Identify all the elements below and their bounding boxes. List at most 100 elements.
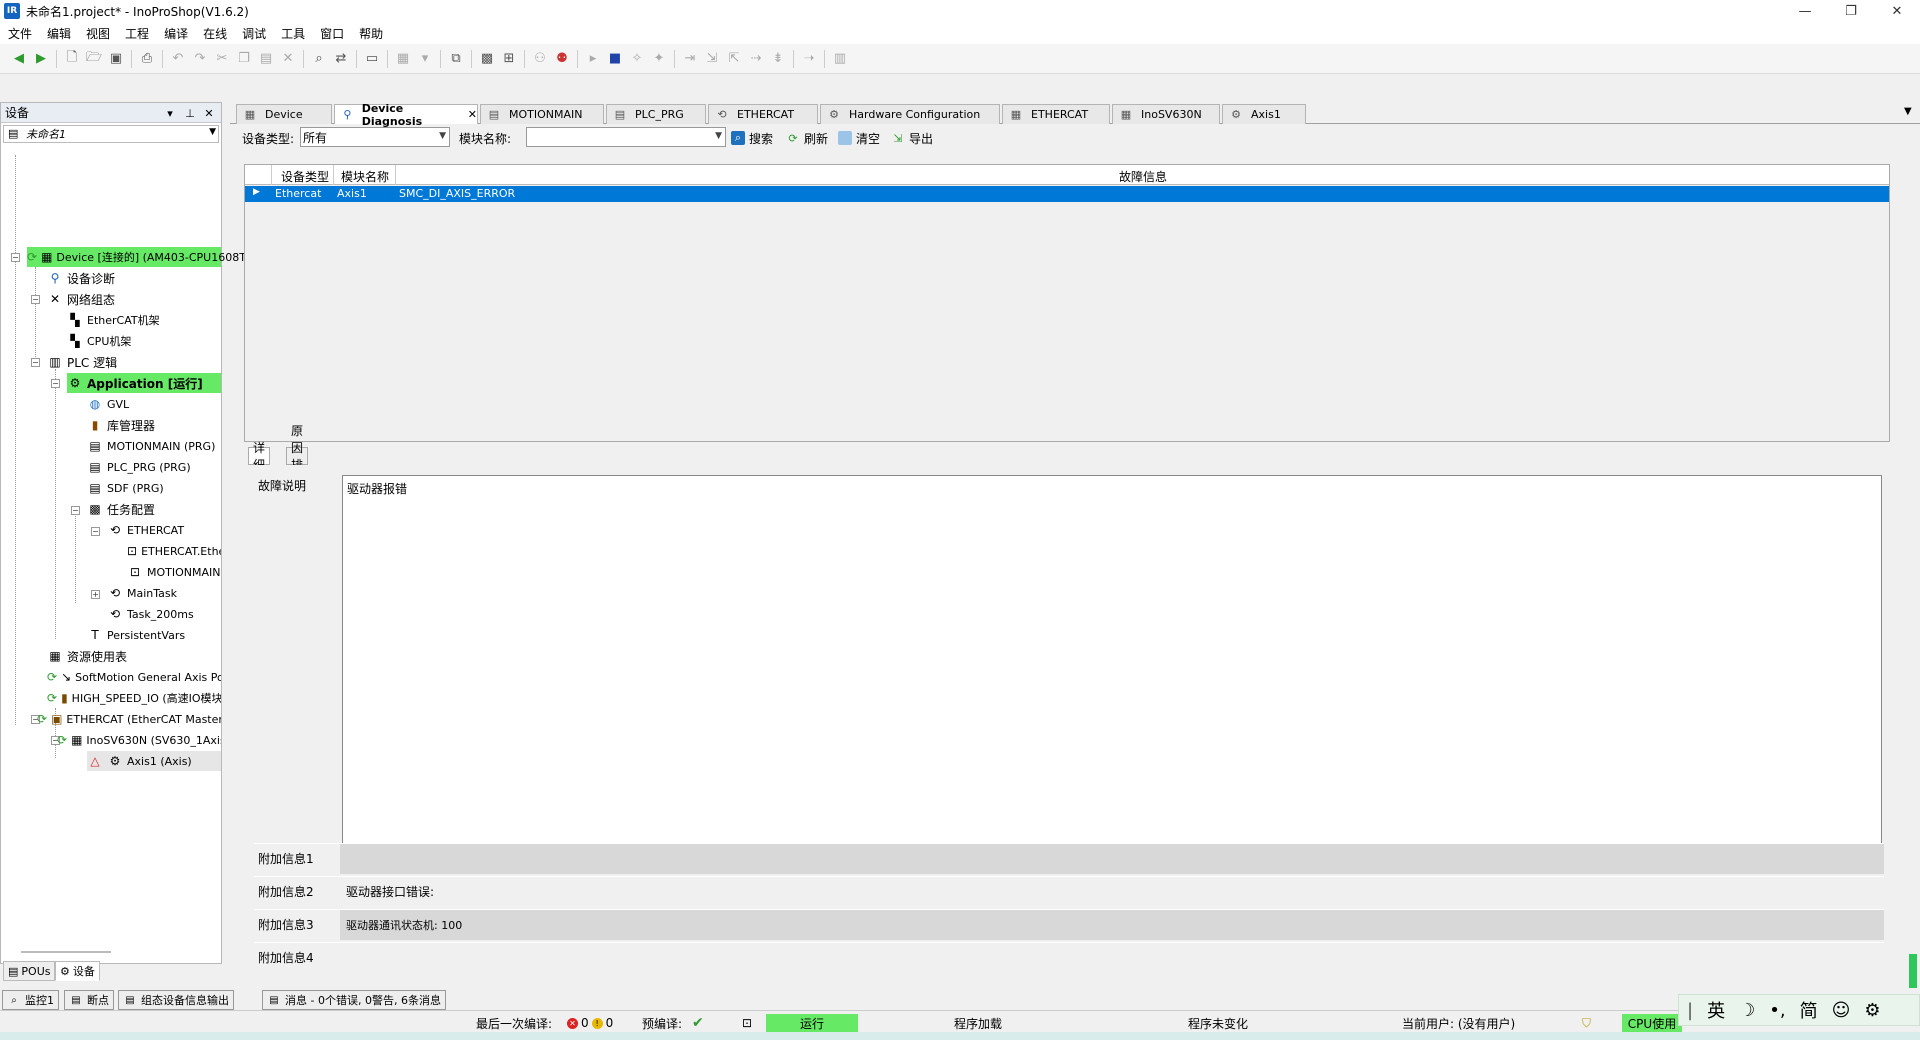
tree-item-ethercat-task[interactable]: ⟲ ETHERCAT — [107, 520, 184, 540]
tree-item-cpu-rack[interactable]: ▚ CPU机架 — [67, 331, 131, 351]
tabs-overflow-icon[interactable]: ▼ — [1904, 106, 1912, 117]
stop-icon[interactable]: ■ — [604, 48, 626, 70]
project-selector[interactable]: ▤ 未命名1 ▼ — [3, 125, 219, 143]
module-name-select[interactable]: ▼ — [526, 127, 726, 147]
tree-item-ethercat-rack[interactable]: ▚ EtherCAT机架 — [67, 310, 159, 330]
tab-motionmain[interactable]: ▤ MOTIONMAIN — [480, 104, 604, 124]
refresh-button[interactable]: ⟳ 刷新 — [786, 128, 828, 148]
tab-config-output[interactable]: ▤ 组态设备信息输出 — [118, 990, 234, 1010]
tree-item-plc-prg[interactable]: ▤ PLC_PRG (PRG) — [87, 457, 190, 477]
tree-item-sdf[interactable]: ▤ SDF (PRG) — [87, 478, 163, 498]
new-file-icon[interactable]: 🗋 — [61, 48, 83, 70]
logout-icon[interactable]: ⚉ — [551, 48, 573, 70]
tree-item-motionmain[interactable]: ▤ MOTIONMAIN (PRG) — [87, 436, 215, 456]
undo-icon[interactable]: ↶ — [167, 48, 189, 70]
menu-file[interactable]: 文件 — [8, 25, 32, 42]
tab-breakpoints[interactable]: ▤ 断点 — [64, 990, 114, 1010]
step-out-icon[interactable]: ⇱ — [723, 48, 745, 70]
find-icon[interactable]: ⌕ — [308, 48, 330, 70]
expander[interactable]: − — [31, 358, 40, 367]
forward-icon[interactable]: ▶ — [30, 48, 52, 70]
menu-view[interactable]: 视图 — [86, 25, 110, 42]
tab-devices[interactable]: ⚙ 设备 — [55, 961, 100, 981]
tree-item-persistent[interactable]: T PersistentVars — [87, 625, 185, 645]
window-icon[interactable]: ▭ — [361, 48, 383, 70]
menu-window[interactable]: 窗口 — [320, 25, 344, 42]
tab-plc-prg[interactable]: ▤ PLC_PRG — [606, 104, 706, 124]
search-button[interactable]: ⌕ 搜索 — [731, 128, 773, 148]
tab-hardware-configuration[interactable]: ⚙ Hardware Configuration — [820, 104, 1000, 124]
run-icon[interactable]: ▸ — [582, 48, 604, 70]
tab-watch1[interactable]: ⌕ 监控1 — [2, 990, 59, 1010]
replace-icon[interactable]: ⇄ — [330, 48, 352, 70]
tab-inosv630n[interactable]: ▦ InoSV630N — [1112, 104, 1220, 124]
open-folder-icon[interactable]: 🗁 — [83, 48, 105, 70]
paste-icon[interactable]: ▤ — [255, 48, 277, 70]
scroll-thumb[interactable] — [1909, 954, 1917, 988]
clear-button[interactable]: 清空 — [838, 128, 880, 148]
tree-item-task-config[interactable]: ▩ 任务配置 — [87, 499, 155, 519]
panel-dropdown-icon[interactable]: ▾ — [163, 105, 177, 121]
tree-item-axis-pool[interactable]: ⟳ ↘ SoftMotion General Axis Pool — [47, 667, 221, 687]
menu-online[interactable]: 在线 — [203, 25, 227, 42]
tab-device[interactable]: ▦ Device — [236, 104, 332, 124]
menu-project[interactable]: 工程 — [125, 25, 149, 42]
breakpoint-icon[interactable]: ✦ — [648, 48, 670, 70]
device-type-select[interactable]: 所有 ▼ — [300, 127, 450, 147]
ime-simplified-toggle[interactable]: 简 — [1800, 997, 1818, 1023]
tree-item-library[interactable]: ▮ 库管理器 — [87, 415, 155, 435]
tree-item-network[interactable]: ✕ 网络组态 — [47, 289, 115, 309]
ime-moon-icon[interactable]: ☽ — [1739, 1000, 1755, 1021]
tree-item-inosv630n[interactable]: ⟳ ▦ InoSV630N (SV630_1Axis_00917) — [57, 730, 221, 750]
reset-icon[interactable]: ✧ — [626, 48, 648, 70]
tab-troubleshooting[interactable]: 原因排查 — [286, 424, 309, 489]
pin-icon[interactable]: ⊥ — [183, 105, 197, 121]
expander[interactable]: − — [11, 253, 20, 262]
tree-item-device[interactable]: ⟳ ▦ Device [连接的] (AM403-CPU1608TP/TN) — [27, 247, 276, 267]
set-next-icon[interactable]: ⇟ — [767, 48, 789, 70]
expander[interactable]: − — [31, 295, 40, 304]
menu-edit[interactable]: 编辑 — [47, 25, 71, 42]
menu-tools[interactable]: 工具 — [281, 25, 305, 42]
expander[interactable]: + — [91, 590, 100, 599]
redo-icon[interactable]: ↷ — [189, 48, 211, 70]
ime-lang-toggle[interactable]: 英 — [1707, 997, 1725, 1023]
menu-build[interactable]: 编译 — [164, 25, 188, 42]
tree-item-task200ms[interactable]: ⟲ Task_200ms — [107, 604, 194, 624]
login-icon[interactable]: ⚇ — [529, 48, 551, 70]
expander[interactable]: − — [51, 379, 60, 388]
back-icon[interactable]: ◀ — [8, 48, 30, 70]
tab-pous[interactable]: ▤ POUs — [3, 961, 56, 981]
new-object-icon[interactable]: ⧉ — [445, 48, 467, 70]
cut-icon[interactable]: ✂ — [211, 48, 233, 70]
tab-messages[interactable]: ▤ 消息 - 0个错误, 0警告, 6条消息 — [262, 990, 446, 1010]
close-tab-icon[interactable]: ✕ — [468, 108, 477, 121]
column-fault-info[interactable]: 故障信息 — [1119, 168, 1167, 185]
tree-item-high-speed-io[interactable]: ⟳ ▮ HIGH_SPEED_IO (高速IO模块) — [47, 688, 221, 708]
rebuild-icon[interactable]: ⊞ — [498, 48, 520, 70]
export-button[interactable]: ⇲ 导出 — [891, 128, 933, 148]
column-device-type[interactable]: 设备类型 — [281, 168, 329, 185]
close-button[interactable]: ✕ — [1874, 0, 1920, 22]
expander[interactable]: − — [91, 527, 100, 536]
tree-item-motionmain-call[interactable]: ⊡ MOTIONMAIN — [127, 562, 221, 582]
table-row[interactable]: ▶ Ethercat Axis1 SMC_DI_AXIS_ERROR — [245, 186, 1889, 202]
copy-icon[interactable]: ❐ — [233, 48, 255, 70]
tree-item-axis1[interactable]: △ ⚙ Axis1 (Axis) — [87, 751, 221, 771]
tree-item-gvl[interactable]: ◍ GVL — [87, 394, 129, 414]
tab-axis1[interactable]: ⚙ Axis1 — [1222, 104, 1306, 124]
expander[interactable]: − — [71, 506, 80, 515]
save-icon[interactable]: ▣ — [105, 48, 127, 70]
tree-item-plc-logic[interactable]: ▥ PLC 逻辑 — [47, 352, 117, 372]
force-values-icon[interactable]: ▥ — [829, 48, 851, 70]
dropdown-icon[interactable]: ▾ — [414, 48, 436, 70]
write-values-icon[interactable]: ➝ — [798, 48, 820, 70]
tree-item-resource-table[interactable]: ▦ 资源使用表 — [47, 646, 127, 666]
vertical-scrollbar[interactable] — [1906, 124, 1920, 994]
tab-ethercat-device[interactable]: ▦ ETHERCAT — [1002, 104, 1110, 124]
tree-item-maintask[interactable]: ⟲ MainTask — [107, 583, 177, 603]
tree-item-ethercat-call[interactable]: ⊡ ETHERCAT.EtherCAT_Task — [127, 541, 221, 561]
maximize-button[interactable]: ❐ — [1828, 0, 1874, 22]
tab-ethercat-task[interactable]: ⟲ ETHERCAT — [708, 104, 818, 124]
tree-item-diagnosis[interactable]: ⚲ 设备诊断 — [47, 268, 115, 288]
